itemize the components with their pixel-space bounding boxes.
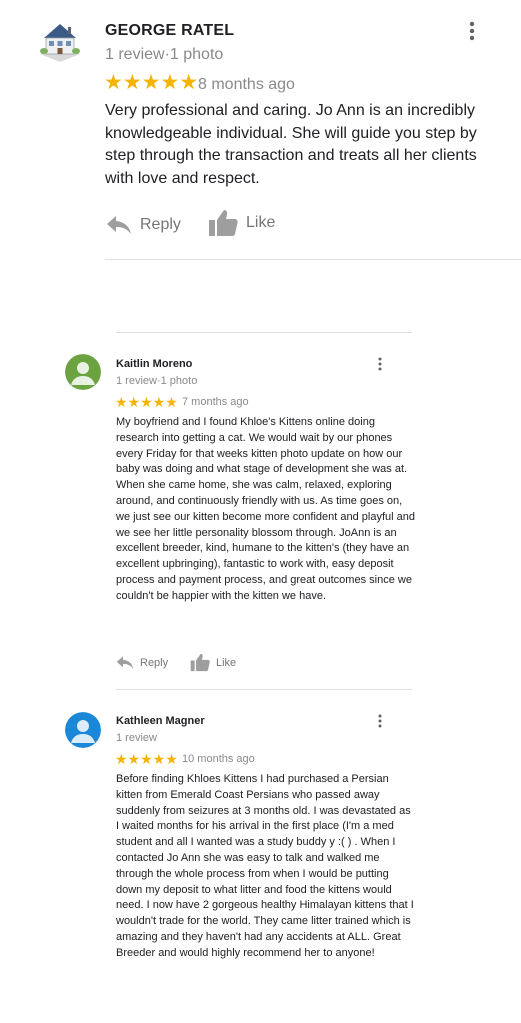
divider — [116, 332, 412, 333]
like-label: Like — [246, 214, 276, 231]
divider — [116, 689, 412, 690]
review-text: My boyfriend and I found Khloe's Kittens… — [116, 416, 416, 602]
more-options-button[interactable] — [374, 356, 386, 372]
more-vert-icon — [469, 21, 475, 41]
reviewer-meta: 1 review — [116, 732, 157, 744]
more-options-button[interactable] — [374, 713, 386, 729]
review-text: Before finding Khloes Kittens I had purc… — [116, 773, 414, 959]
like-button[interactable]: Like — [208, 207, 275, 239]
reviewer-avatar[interactable] — [36, 18, 84, 66]
reviewer-name[interactable]: GEORGE RATEL — [105, 22, 234, 40]
reviewer-meta: 1 review·1 photo — [116, 375, 198, 387]
reply-arrow-icon — [116, 656, 134, 669]
star-rating: ★★★★★ — [115, 394, 178, 410]
more-options-button[interactable] — [462, 20, 482, 44]
thumbs-up-icon — [190, 653, 210, 672]
star-rating: ★★★★★ — [115, 751, 178, 767]
reply-arrow-icon — [107, 216, 131, 234]
more-vert-icon — [378, 714, 382, 728]
reviewer-meta: 1 review·1 photo — [105, 46, 224, 63]
like-label: Like — [216, 656, 237, 669]
reviewer-name[interactable]: Kaitlin Moreno — [116, 358, 192, 370]
reviewer-avatar[interactable] — [65, 354, 101, 390]
house-avatar-icon — [36, 18, 84, 66]
more-vert-icon — [378, 357, 382, 371]
reviewer-name[interactable]: Kathleen Magner — [116, 715, 205, 727]
review-text: Very professional and caring. Jo Ann is … — [105, 102, 477, 187]
review-time: 10 months ago — [182, 753, 255, 765]
star-rating: ★★★★★ — [104, 71, 199, 94]
reply-label: Reply — [140, 656, 169, 669]
reviewer-avatar[interactable] — [65, 712, 101, 748]
review-time: 7 months ago — [182, 396, 249, 408]
reply-label: Reply — [140, 216, 181, 233]
review-time: 8 months ago — [198, 76, 295, 93]
reply-button[interactable]: Reply — [116, 655, 168, 670]
person-avatar-icon — [65, 354, 101, 390]
person-avatar-icon — [65, 712, 101, 748]
like-button[interactable]: Like — [190, 653, 236, 672]
thumbs-up-icon — [209, 210, 238, 236]
reply-button[interactable]: Reply — [106, 210, 181, 240]
divider — [105, 259, 521, 260]
